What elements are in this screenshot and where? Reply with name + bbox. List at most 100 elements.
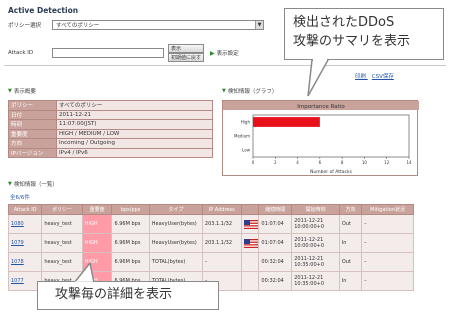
print-link[interactable]: 印刷 (355, 74, 366, 80)
policy-select-value: すべてのポリシー (56, 23, 100, 29)
direction-cell: Out (338, 252, 363, 272)
column-header[interactable]: ポリシー (41, 204, 83, 215)
y-tick-label: Low (242, 148, 251, 153)
page-title: Active Detection (8, 6, 79, 15)
x-tick-label: 2 (274, 160, 277, 165)
start-time-cell: 2011-12-21 10:00:00+0 (291, 233, 340, 253)
column-header[interactable]: タイプ (148, 204, 203, 215)
graph-section-label: 検知情報（グラフ） (227, 89, 278, 95)
attack-id-link[interactable]: 1078 (11, 259, 24, 265)
summary-value: HIGH / MEDIUM / LOW (56, 128, 213, 139)
attack-id-cell[interactable]: 1080 (7, 214, 43, 234)
rate-cell: 6.96M bps (111, 214, 150, 234)
policy-select[interactable]: すべてのポリシー ▼ (52, 20, 264, 30)
rate-cell: 6.96M bps (111, 233, 150, 253)
list-count: 全6/6件 (10, 195, 30, 201)
summary-value: 11:07:00(JST) (56, 119, 213, 130)
column-header[interactable]: 方向 (338, 204, 363, 215)
us-flag-icon (243, 219, 258, 229)
column-header[interactable]: Mitigation状況 (361, 204, 414, 215)
summary-row: IPバージョン IPv4 / IPv6 (8, 147, 213, 158)
x-tick-label: 4 (296, 160, 299, 165)
summary-table: ポリシー すべてのポリシー 日付 2011-12-21 時刻 11:07:00(JST) 重… (8, 100, 213, 158)
column-header[interactable]: IP Address (201, 204, 242, 215)
column-header[interactable]: Attack ID (7, 204, 43, 215)
reset-button[interactable]: 初期値に戻す (168, 53, 205, 62)
summary-row: 日付 2011-12-21 (8, 109, 213, 120)
summary-section-label: 表示概要 (13, 89, 36, 95)
summary-section-title: ▼ 表示概要 (8, 87, 36, 95)
csv-link[interactable]: CSV保存 (372, 74, 394, 80)
start-time-cell: 2011-12-21 10:35:00+0 (291, 252, 340, 272)
attack-id-input[interactable] (52, 48, 164, 58)
y-tick-label: Medium (234, 134, 250, 139)
column-header[interactable]: 開始時刻 (291, 204, 340, 215)
summary-callout-line1: 検出されたDDoS (293, 15, 395, 30)
summary-key: 日付 (8, 109, 57, 120)
column-header[interactable]: 重要度 (81, 204, 113, 215)
rate-cell: 6.96M bps (111, 252, 150, 272)
summary-callout: 検出されたDDoS 攻撃のサマリを表示 (284, 8, 444, 60)
summary-value: 2011-12-21 (56, 109, 213, 120)
summary-callout-line2: 攻撃のサマリを表示 (293, 34, 411, 49)
table-row[interactable]: 1079 heavy_test HIGH 6.96M bps HeavyUser(byt… (7, 233, 414, 253)
flag-cell (240, 214, 260, 234)
triangle-down-icon: ▼ (8, 181, 12, 187)
summary-key: IPバージョン (8, 147, 57, 158)
policy-cell: heavy_test (41, 233, 83, 253)
callout-pointer-top (307, 59, 330, 97)
column-header[interactable]: 継続時間 (258, 204, 293, 215)
type-cell: TOTAL(bytes) (148, 252, 203, 272)
direction-cell: Out (338, 214, 363, 234)
x-tick-label: 14 (406, 160, 412, 165)
duration-cell: 00:32:04 (258, 271, 293, 291)
triangle-down-icon: ▼ (222, 88, 226, 94)
policy-label: ポリシー選択 (8, 23, 42, 29)
arrow-right-icon: ▶ (210, 49, 215, 57)
policy-cell: heavy_test (41, 214, 83, 234)
column-header[interactable] (240, 204, 260, 215)
list-section-label: 検知情報（一覧） (13, 182, 58, 188)
start-time: 10:00:00+0 (294, 224, 325, 230)
mitigation-cell: – (361, 233, 414, 253)
attack-id-cell[interactable]: 1078 (7, 252, 43, 272)
attack-id-cell[interactable]: 1079 (7, 233, 43, 253)
flag-cell (240, 252, 260, 272)
start-time: 10:35:00+0 (294, 262, 325, 268)
detail-callout-text: 攻撃毎の詳細を表示 (55, 287, 173, 302)
chevron-down-icon[interactable]: ▼ (255, 21, 263, 29)
ip-cell: 203.1.1/32 (201, 214, 242, 234)
start-time-cell: 2011-12-21 10:00:00+0 (291, 214, 340, 234)
attack-id-link[interactable]: 1077 (11, 278, 24, 284)
bar (253, 117, 320, 127)
severity-cell: HIGH (81, 214, 113, 234)
x-tick-label: 6 (319, 160, 322, 165)
table-row[interactable]: 1080 heavy_test HIGH 6.96M bps HeavyUser(byt… (7, 214, 414, 234)
x-tick-label: 0 (252, 160, 255, 165)
chart-title: Importance Ratio (297, 104, 345, 110)
importance-chart: Importance Ratio High Medium Low 0 2 4 6 8 10 12 14… (222, 100, 419, 176)
summary-value: すべてのポリシー (56, 100, 213, 111)
mitigation-cell: – (361, 271, 414, 291)
display-button[interactable]: 表示 (168, 44, 205, 53)
us-flag-icon (243, 238, 258, 248)
duration-cell: 00:32:04 (258, 252, 293, 272)
duration-cell: 01:07:04 (258, 233, 293, 253)
display-settings-link[interactable]: ▶ 表示設定 (210, 49, 239, 58)
attack-id-link[interactable]: 1080 (11, 221, 24, 227)
summary-row: ポリシー すべてのポリシー (8, 100, 213, 111)
start-time: 10:35:00+0 (294, 281, 325, 287)
summary-key: 重要度 (8, 128, 57, 139)
column-header[interactable]: bps/pps (111, 204, 150, 215)
display-settings-label: 表示設定 (216, 51, 239, 57)
detail-callout: 攻撃毎の詳細を表示 (37, 281, 219, 310)
attack-id-row: Attack ID 表示 初期値に戻す ▶ 表示設定 (8, 44, 239, 62)
importance-chart-svg: Importance Ratio High Medium Low 0 2 4 6 8 10 12 14… (223, 101, 419, 175)
policy-filter-row: ポリシー選択 すべてのポリシー ▼ (8, 20, 264, 30)
summary-key: ポリシー (8, 100, 57, 111)
summary-key: 時刻 (8, 119, 57, 130)
x-tick-label: 12 (384, 160, 390, 165)
summary-row: 方向 Incoming / Outgoing (8, 138, 213, 149)
mitigation-cell: – (361, 214, 414, 234)
attack-id-link[interactable]: 1079 (11, 240, 24, 246)
